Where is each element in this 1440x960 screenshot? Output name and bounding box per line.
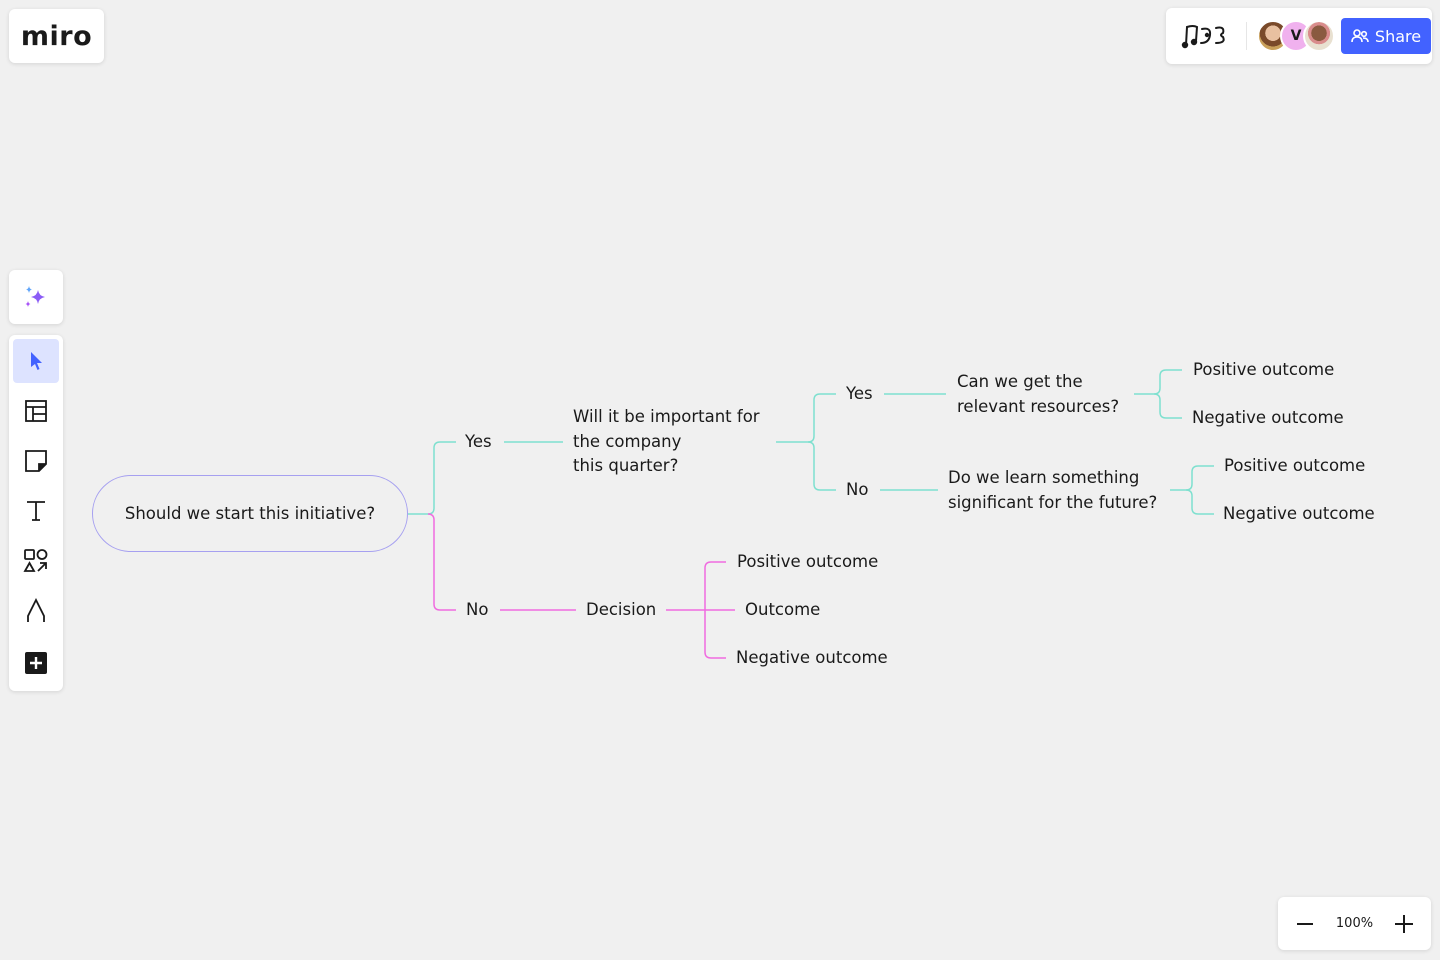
share-button[interactable]: Share <box>1341 18 1431 54</box>
plus-square-icon <box>25 652 47 674</box>
collaborator-avatars: V <box>1257 20 1335 52</box>
node-line: Will it be important for <box>573 407 760 426</box>
tool-templates[interactable] <box>13 389 59 433</box>
sparkles-icon <box>25 286 45 307</box>
node-no-2[interactable]: No <box>846 478 868 503</box>
connector-learn-outcomes <box>1170 465 1214 491</box>
avatar[interactable] <box>1303 20 1335 52</box>
tool-text[interactable] <box>13 489 59 533</box>
node-outcome[interactable]: Negative outcome <box>1192 406 1344 431</box>
sticky-note-icon <box>25 450 47 472</box>
board-canvas[interactable]: Should we start this initiative? Yes Wil… <box>0 0 1440 960</box>
zoom-out-button[interactable] <box>1294 913 1316 935</box>
layout-icon <box>25 400 47 422</box>
tool-shapes[interactable] <box>13 539 59 583</box>
users-icon <box>1351 29 1369 43</box>
music-doodle-icon[interactable] <box>1176 16 1238 56</box>
node-decision[interactable]: Decision <box>586 598 656 623</box>
share-label: Share <box>1374 26 1422 46</box>
tool-sticky-note[interactable] <box>13 439 59 483</box>
connector-question-fork <box>776 393 836 443</box>
zoom-level[interactable]: 100% <box>1336 916 1373 931</box>
tool-pen[interactable] <box>13 589 59 633</box>
tool-select[interactable] <box>13 339 59 383</box>
node-yes[interactable]: Yes <box>465 430 492 455</box>
logo-text: miro <box>20 20 93 52</box>
plus-icon <box>1394 914 1413 933</box>
avatar-initial: V <box>1290 28 1302 44</box>
connector-root-no <box>427 513 456 611</box>
top-right-bar: V Share <box>1166 8 1432 64</box>
node-outcome[interactable]: Negative outcome <box>1223 502 1375 527</box>
cursor-icon <box>31 352 42 370</box>
root-node[interactable]: Should we start this initiative? <box>92 475 408 552</box>
node-outcome[interactable]: Negative outcome <box>736 646 888 671</box>
node-line: relevant resources? <box>957 396 1120 416</box>
node-line: significant for the future? <box>948 492 1158 512</box>
node-line: the company <box>573 431 682 451</box>
node-outcome[interactable]: Positive outcome <box>737 550 878 575</box>
zoom-controls: 100% <box>1278 897 1431 950</box>
minus-icon <box>1297 922 1313 925</box>
node-outcome[interactable]: Outcome <box>745 598 820 623</box>
node-outcome[interactable]: Positive outcome <box>1193 358 1334 383</box>
connector-question-fork-no <box>807 441 836 491</box>
tools-toolbar <box>9 335 63 691</box>
node-resources-question[interactable]: Can we get the relevant resources? <box>957 370 1119 419</box>
node-no[interactable]: No <box>466 598 488 623</box>
node-learn-question[interactable]: Do we learn something significant for th… <box>948 466 1157 515</box>
tool-more[interactable] <box>13 641 59 685</box>
connector-root-yes <box>408 441 456 515</box>
node-line: Can we get the <box>957 372 1083 391</box>
node-line: Do we learn something <box>948 468 1140 487</box>
divider <box>1246 22 1247 50</box>
shapes-icon <box>23 549 48 572</box>
node-important-question[interactable]: Will it be important for the company thi… <box>573 405 760 479</box>
text-icon <box>27 501 45 521</box>
pen-icon <box>27 598 45 622</box>
node-yes-2[interactable]: Yes <box>846 382 873 407</box>
node-line: this quarter? <box>573 456 679 475</box>
root-node-label: Should we start this initiative? <box>124 504 376 523</box>
miro-logo[interactable]: miro <box>9 9 104 63</box>
node-outcome[interactable]: Positive outcome <box>1224 454 1365 479</box>
ai-assist-button[interactable] <box>9 270 63 324</box>
connector-resources-outcomes <box>1134 369 1182 395</box>
zoom-in-button[interactable] <box>1393 913 1415 935</box>
